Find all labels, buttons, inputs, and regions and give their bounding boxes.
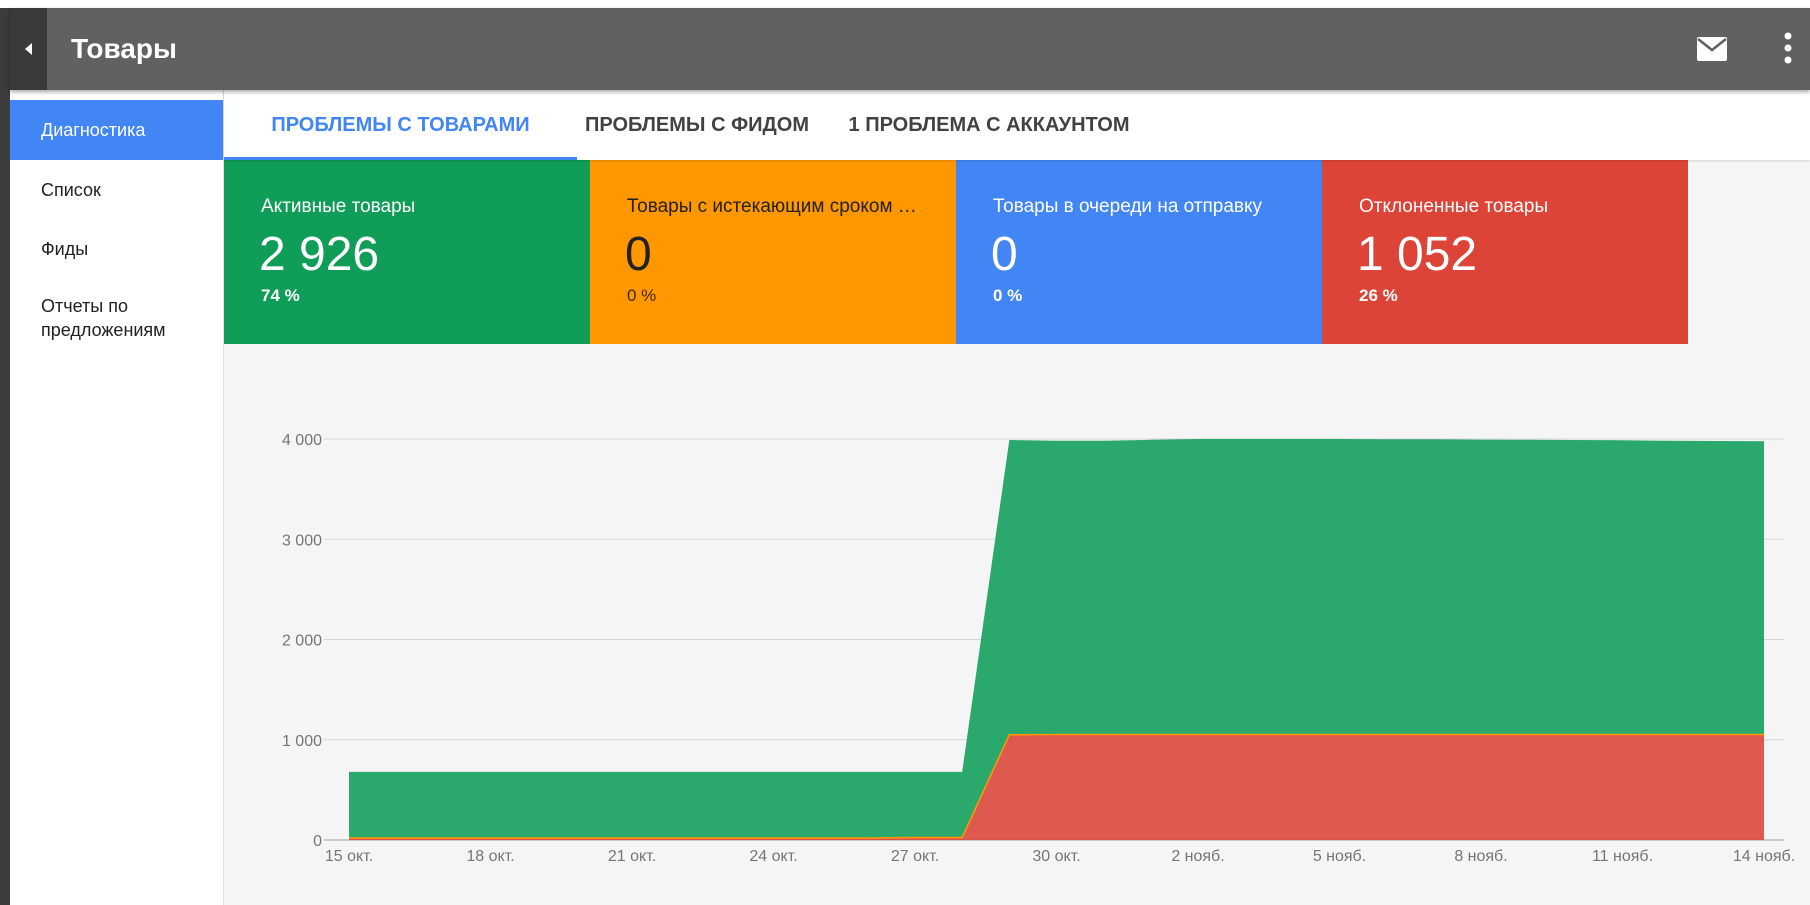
x-tick-label: 15 окт. xyxy=(325,848,373,865)
tab-product-issues[interactable]: Проблемы с товарами xyxy=(224,90,577,160)
products-area-chart: 4 000 3 000 2 000 1 000 0 15 окт. 18 окт. 21 о… xyxy=(282,432,1795,865)
x-tick-label: 18 окт. xyxy=(466,848,514,865)
sidebar-item-label: Фиды xyxy=(41,239,89,259)
x-tick-label: 5 нояб. xyxy=(1313,848,1366,865)
active-tab-indicator xyxy=(224,157,577,160)
x-tick-label: 27 окт. xyxy=(891,848,939,865)
tab-label: Проблемы с фидом xyxy=(585,114,809,136)
window-frame-top xyxy=(0,0,1810,8)
back-arrow-icon xyxy=(25,43,32,55)
sidebar: Диагностика Список Фиды Отчеты по предло… xyxy=(10,90,224,905)
x-tick-label: 2 нояб. xyxy=(1171,848,1224,865)
sidebar-item-label: Диагностика xyxy=(41,120,146,140)
x-tick-label: 30 окт. xyxy=(1032,848,1080,865)
back-button[interactable] xyxy=(10,8,47,90)
stat-card-expiring[interactable]: Товары с истекающим сроком … 0 0 % xyxy=(590,160,956,344)
y-tick-label: 2 000 xyxy=(282,633,322,650)
card-value: 0 xyxy=(625,228,652,281)
card-value: 1 052 xyxy=(1357,228,1478,281)
tab-account-issues[interactable]: 1 проблема с аккаунтом xyxy=(824,90,1154,160)
card-title: Товары в очереди на отправку xyxy=(993,196,1263,217)
page-title: Товары xyxy=(71,33,177,64)
x-tick-label: 21 окт. xyxy=(608,848,656,865)
stat-card-pending[interactable]: Товары в очереди на отправку 0 0 % xyxy=(956,160,1322,344)
card-title: Активные товары xyxy=(261,196,416,217)
app-bar: Товары xyxy=(10,8,1810,90)
stat-card-active[interactable]: Активные товары 2 926 74 % xyxy=(224,160,590,344)
tab-feed-issues[interactable]: Проблемы с фидом xyxy=(577,90,817,160)
sidebar-item-diagnostics[interactable]: Диагностика xyxy=(10,100,223,160)
sidebar-item-list[interactable]: Список xyxy=(10,165,224,215)
mail-icon[interactable] xyxy=(1696,35,1728,63)
card-value: 2 926 xyxy=(259,228,380,281)
card-percent: 26 % xyxy=(1359,286,1398,305)
card-title: Отклоненные товары xyxy=(1359,196,1549,217)
stat-card-disapproved[interactable]: Отклоненные товары 1 052 26 % xyxy=(1322,160,1688,344)
x-tick-label: 8 нояб. xyxy=(1454,848,1507,865)
sidebar-item-label: Список xyxy=(41,180,101,200)
x-tick-label: 11 нояб. xyxy=(1592,848,1653,865)
y-tick-label: 3 000 xyxy=(282,532,322,549)
y-tick-label: 4 000 xyxy=(282,432,322,449)
sidebar-item-offer-reports[interactable]: Отчеты по предложениям xyxy=(10,294,224,354)
sidebar-item-label-line2: предложениям xyxy=(41,320,166,340)
y-tick-label: 1 000 xyxy=(282,733,322,750)
x-axis-ticks: 15 окт. 18 окт. 21 окт. 24 окт. 27 окт. 30 ок… xyxy=(325,848,1795,865)
tab-label: 1 проблема с аккаунтом xyxy=(848,114,1130,136)
card-percent: 0 % xyxy=(627,286,657,305)
card-value: 0 xyxy=(991,228,1018,281)
tab-bar: Проблемы с товарами Проблемы с фидом 1 п… xyxy=(224,90,1810,160)
sidebar-item-feeds[interactable]: Фиды xyxy=(10,224,224,274)
x-tick-label: 24 окт. xyxy=(749,848,797,865)
card-percent: 0 % xyxy=(993,286,1023,305)
y-tick-label: 0 xyxy=(313,833,322,850)
tab-label: Проблемы с товарами xyxy=(271,114,530,136)
y-axis-ticks: 4 000 3 000 2 000 1 000 0 xyxy=(282,432,322,850)
window-frame-left xyxy=(0,8,10,905)
sidebar-item-label-line1: Отчеты по xyxy=(41,296,128,316)
card-title: Товары с истекающим сроком … xyxy=(627,196,917,217)
more-vert-icon[interactable] xyxy=(1776,30,1800,66)
card-percent: 74 % xyxy=(261,286,300,305)
x-tick-label: 14 нояб. xyxy=(1733,848,1795,865)
